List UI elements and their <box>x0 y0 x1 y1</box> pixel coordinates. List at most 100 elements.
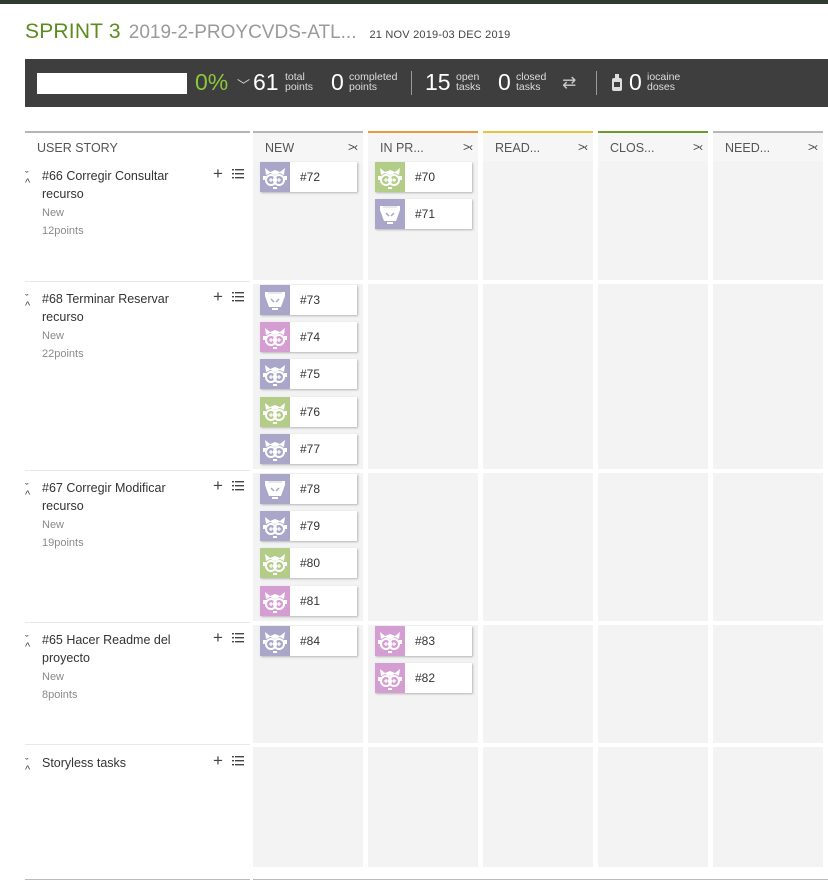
chevron-down-icon[interactable]: ﹀ <box>237 75 250 94</box>
lane-separator <box>25 281 250 282</box>
task-avatar-icon <box>260 474 290 504</box>
user-story-row: ˇ ^ #66 Corregir Consultar recurso New 12poi… <box>25 164 250 247</box>
task-ref[interactable]: #76 <box>300 405 320 419</box>
task-card[interactable]: #72 <box>260 162 357 192</box>
open-tasks-label: open tasks <box>456 71 481 93</box>
bulk-add-list-icon[interactable] <box>232 168 244 180</box>
user-story-column-header: USER STORY <box>25 131 250 161</box>
board-cell[interactable] <box>483 473 593 621</box>
column-header: NEW >‹ <box>253 131 363 161</box>
task-card[interactable]: #80 <box>260 548 357 578</box>
sprint-progress-bar <box>37 73 187 94</box>
task-ref[interactable]: #81 <box>300 594 320 608</box>
task-ref[interactable]: #71 <box>415 207 435 221</box>
fold-column-icon[interactable]: >‹ <box>578 140 588 154</box>
task-ref[interactable]: #83 <box>415 634 435 648</box>
board-cell[interactable] <box>713 625 823 743</box>
board-cell[interactable] <box>368 473 478 621</box>
task-card[interactable]: #79 <box>260 511 357 541</box>
user-story-points: 19points <box>42 537 84 549</box>
collapse-lane-icon[interactable]: ˇ ^ <box>25 483 30 501</box>
task-ref[interactable]: #84 <box>300 634 320 648</box>
task-ref[interactable]: #80 <box>300 556 320 570</box>
board-cell[interactable] <box>598 161 708 280</box>
task-ref[interactable]: #75 <box>300 367 320 381</box>
add-task-icon[interactable]: + <box>213 287 223 307</box>
fold-column-icon[interactable]: >‹ <box>463 140 473 154</box>
task-card[interactable]: #78 <box>260 474 357 504</box>
board-cell[interactable] <box>598 473 708 621</box>
task-ref[interactable]: #74 <box>300 330 320 344</box>
add-task-icon[interactable]: + <box>213 751 223 771</box>
add-task-icon[interactable]: + <box>213 476 223 496</box>
task-ref[interactable]: #72 <box>300 170 320 184</box>
task-ref[interactable]: #70 <box>415 170 435 184</box>
user-story-status[interactable]: New <box>42 671 64 683</box>
collapse-lane-icon[interactable]: ˇ ^ <box>25 635 30 653</box>
board-cell[interactable] <box>483 625 593 743</box>
fold-column-icon[interactable]: >‹ <box>348 140 358 154</box>
task-card[interactable]: #73 <box>260 285 357 315</box>
task-ref[interactable]: #79 <box>300 519 320 533</box>
task-card[interactable]: #75 <box>260 359 357 389</box>
board-cell[interactable] <box>598 284 708 469</box>
board-cell[interactable] <box>713 747 823 867</box>
collapse-lane-icon[interactable]: ˇ ^ <box>25 294 30 312</box>
column-header-label: CLOS... <box>610 141 655 155</box>
add-task-icon[interactable]: + <box>213 628 223 648</box>
swap-arrows-icon[interactable]: ⇄ <box>562 73 576 93</box>
add-task-icon[interactable]: + <box>213 164 223 184</box>
board-cell[interactable] <box>368 747 478 867</box>
bulk-add-list-icon[interactable] <box>232 632 244 644</box>
task-avatar-icon <box>375 162 405 192</box>
bulk-add-list-icon[interactable] <box>232 480 244 492</box>
user-story-title[interactable]: #67 Corregir Modificar recurso <box>42 479 182 515</box>
fold-column-icon[interactable]: >‹ <box>693 140 703 154</box>
task-card[interactable]: #81 <box>260 586 357 616</box>
user-story-title[interactable]: #66 Corregir Consultar recurso <box>42 167 182 203</box>
task-card[interactable]: #84 <box>260 626 357 656</box>
task-card[interactable]: #70 <box>375 162 472 192</box>
user-story-status[interactable]: New <box>42 519 64 531</box>
task-card[interactable]: #77 <box>260 434 357 464</box>
user-story-points: 22points <box>42 348 84 360</box>
task-ref[interactable]: #73 <box>300 293 320 307</box>
task-avatar-icon <box>260 626 290 656</box>
task-card[interactable]: #71 <box>375 199 472 229</box>
user-story-title[interactable]: #68 Terminar Reservar recurso <box>42 290 182 326</box>
task-card[interactable]: #82 <box>375 663 472 693</box>
task-avatar-icon <box>260 586 290 616</box>
board-cell[interactable] <box>713 284 823 469</box>
board-cell[interactable] <box>483 161 593 280</box>
task-card[interactable]: #83 <box>375 626 472 656</box>
user-story-title[interactable]: Storyless tasks <box>42 754 182 772</box>
board-cell[interactable] <box>253 747 363 867</box>
board-cell[interactable] <box>598 747 708 867</box>
board-cell[interactable] <box>713 161 823 280</box>
user-story-points: 8points <box>42 689 78 701</box>
fold-column-icon[interactable]: >‹ <box>808 140 818 154</box>
collapse-lane-icon[interactable]: ˇ ^ <box>25 758 30 776</box>
collapse-lane-icon[interactable]: ˇ ^ <box>25 171 30 189</box>
task-ref[interactable]: #78 <box>300 482 320 496</box>
sprint-name: SPRINT 3 <box>25 20 121 43</box>
task-ref[interactable]: #82 <box>415 671 435 685</box>
board-cell[interactable] <box>713 473 823 621</box>
task-card[interactable]: #74 <box>260 322 357 352</box>
board-cell[interactable] <box>598 625 708 743</box>
column-header-label: READ... <box>495 141 541 155</box>
user-story-title[interactable]: #65 Hacer Readme del proyecto <box>42 631 182 667</box>
board-cell[interactable] <box>483 747 593 867</box>
user-story-status[interactable]: New <box>42 207 64 219</box>
bulk-add-list-icon[interactable] <box>232 291 244 303</box>
user-story-row: ˇ ^ #65 Hacer Readme del proyecto New 8point… <box>25 628 250 711</box>
user-story-status[interactable]: New <box>42 330 64 342</box>
task-ref[interactable]: #77 <box>300 442 320 456</box>
open-tasks-value: 15 <box>425 69 451 95</box>
board-cell[interactable] <box>368 284 478 469</box>
column-header-label: NEW <box>265 141 295 155</box>
sprint-project-name[interactable]: 2019-2-PROYCVDS-ATL... <box>129 22 357 44</box>
bulk-add-list-icon[interactable] <box>232 755 244 767</box>
board-cell[interactable] <box>483 284 593 469</box>
task-card[interactable]: #76 <box>260 397 357 427</box>
